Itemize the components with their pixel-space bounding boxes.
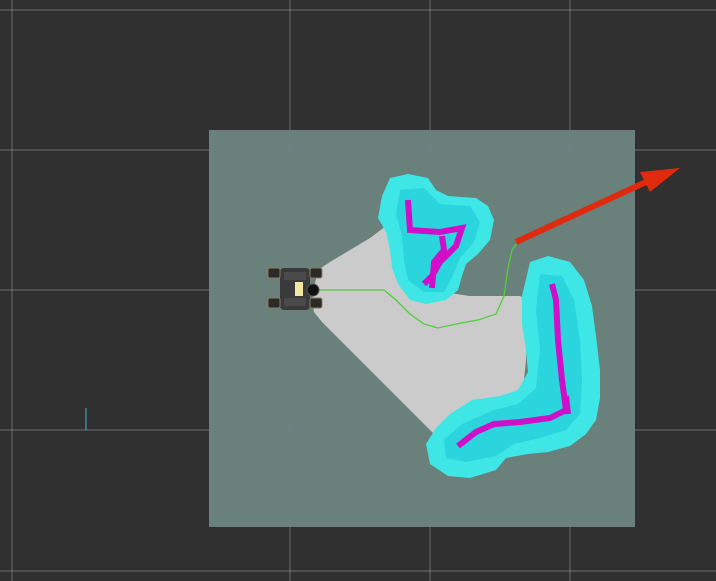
robot-wheel bbox=[267, 267, 281, 279]
robot-top-plate bbox=[284, 272, 306, 280]
robot-wheel bbox=[309, 267, 323, 279]
robot-wheel bbox=[267, 297, 281, 309]
robot-lidar bbox=[306, 283, 320, 297]
obstacle-segment bbox=[563, 395, 571, 415]
robot-bottom-plate bbox=[284, 298, 306, 306]
goal-arrow-head bbox=[640, 168, 680, 192]
scene-canvas[interactable] bbox=[0, 0, 716, 581]
rviz-3d-viewport[interactable] bbox=[0, 0, 716, 581]
robot-sensor-board bbox=[295, 282, 303, 296]
robot-wheel bbox=[309, 297, 323, 309]
